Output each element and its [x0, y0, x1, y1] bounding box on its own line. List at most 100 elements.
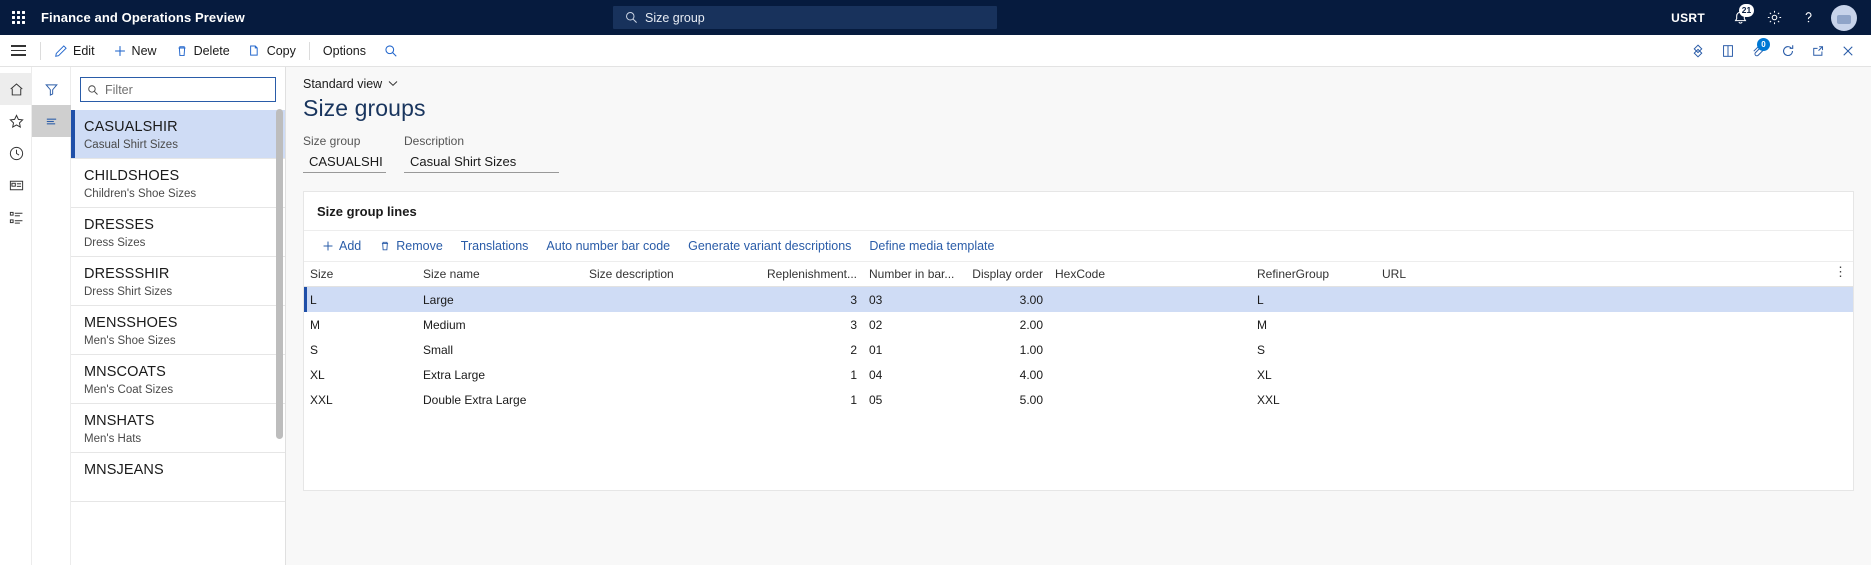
column-header-url[interactable]: URL — [1376, 267, 1496, 281]
size-group-lines-header: Size group lines — [304, 192, 1853, 231]
column-header-hexcode[interactable]: HexCode — [1049, 267, 1251, 281]
column-header-number-in-bar[interactable]: Number in bar... — [863, 267, 955, 281]
remove-line-label: Remove — [396, 239, 443, 253]
records-list: CASUALSHIR Casual Shirt Sizes CHILDSHOES… — [71, 110, 285, 565]
options-button[interactable]: Options — [314, 35, 375, 66]
attachments-count-badge: 0 — [1757, 38, 1770, 51]
plus-icon — [113, 44, 127, 58]
table-row[interactable]: S Small 2 01 1.00 S — [304, 337, 1853, 362]
recent-clock-icon[interactable] — [0, 137, 32, 169]
edit-button[interactable]: Edit — [45, 35, 104, 66]
search-icon — [87, 84, 99, 96]
add-line-button[interactable]: Add — [314, 233, 369, 259]
cell-size: S — [304, 343, 417, 357]
list-item[interactable]: MNSHATS Men's Hats — [71, 404, 285, 453]
question-mark-icon[interactable] — [1791, 0, 1825, 35]
cell-size-name: Large — [417, 293, 583, 307]
translations-button[interactable]: Translations — [453, 233, 537, 259]
table-row[interactable]: M Medium 3 02 2.00 M — [304, 312, 1853, 337]
list-item[interactable]: CASUALSHIR Casual Shirt Sizes — [71, 110, 285, 159]
cell-replenishment: 3 — [749, 293, 863, 307]
cell-display-order: 2.00 — [955, 318, 1049, 332]
list-item[interactable]: MNSJEANS — [71, 453, 285, 502]
notification-count-badge: 21 — [1739, 4, 1754, 17]
close-icon[interactable] — [1833, 35, 1863, 66]
cell-display-order: 3.00 — [955, 293, 1049, 307]
filter-funnel-icon[interactable] — [32, 73, 71, 105]
list-scrollbar-thumb[interactable] — [276, 109, 283, 439]
refresh-icon[interactable] — [1773, 35, 1803, 66]
main-content: Standard view Size groups Size group Des… — [286, 67, 1871, 565]
cell-display-order: 5.00 — [955, 393, 1049, 407]
list-item[interactable]: DRESSES Dress Sizes — [71, 208, 285, 257]
new-button[interactable]: New — [104, 35, 166, 66]
column-header-size-description[interactable]: Size description — [583, 267, 749, 281]
command-search-button[interactable] — [375, 35, 412, 66]
command-bar-divider — [40, 42, 41, 60]
list-item[interactable]: DRESSSHIR Dress Shirt Sizes — [71, 257, 285, 306]
workspaces-icon[interactable] — [0, 169, 32, 201]
list-item[interactable]: MENSSHOES Men's Shoe Sizes — [71, 306, 285, 355]
list-item-subtitle: Men's Shoe Sizes — [84, 334, 285, 348]
auto-number-bar-code-button[interactable]: Auto number bar code — [538, 233, 678, 259]
column-header-size[interactable]: Size — [304, 267, 417, 281]
pencil-icon — [54, 44, 68, 58]
modules-list-icon[interactable] — [0, 201, 32, 233]
home-icon[interactable] — [0, 73, 32, 105]
power-bi-icon[interactable] — [1683, 35, 1713, 66]
command-bar-divider-2 — [309, 42, 310, 60]
column-header-size-name[interactable]: Size name — [417, 267, 583, 281]
list-item-subtitle: Dress Sizes — [84, 236, 285, 250]
company-selector[interactable]: USRT — [1671, 11, 1705, 25]
column-header-refinergroup[interactable]: RefinerGroup — [1251, 267, 1376, 281]
column-header-display-order[interactable]: Display order — [955, 267, 1049, 281]
table-row[interactable]: XXL Double Extra Large 1 05 5.00 XXL — [304, 387, 1853, 412]
cell-refinergroup: L — [1251, 293, 1376, 307]
grid-header-row: Size Size name Size description Replenis… — [304, 261, 1853, 287]
description-input[interactable] — [404, 152, 559, 173]
list-item[interactable]: CHILDSHOES Children's Shoe Sizes — [71, 159, 285, 208]
table-row[interactable]: XL Extra Large 1 04 4.00 XL — [304, 362, 1853, 387]
app-launcher-icon[interactable] — [0, 0, 36, 35]
delete-button[interactable]: Delete — [166, 35, 239, 66]
table-row[interactable]: L Large 3 03 3.00 L — [304, 287, 1853, 312]
define-media-template-button[interactable]: Define media template — [861, 233, 1002, 259]
filter-placeholder: Filter — [105, 83, 133, 97]
cell-number-in-bar: 05 — [863, 393, 955, 407]
size-group-label: Size group — [303, 134, 386, 148]
remove-line-button[interactable]: Remove — [371, 233, 451, 259]
attachments-icon[interactable]: 0 — [1743, 35, 1773, 66]
grid-options-icon[interactable]: ⋮ — [1834, 266, 1847, 278]
generate-variant-descriptions-button[interactable]: Generate variant descriptions — [680, 233, 859, 259]
list-scrollbar[interactable] — [276, 109, 283, 519]
office-integration-icon[interactable] — [1713, 35, 1743, 66]
cell-number-in-bar: 03 — [863, 293, 955, 307]
cell-replenishment: 2 — [749, 343, 863, 357]
open-in-new-window-icon[interactable] — [1803, 35, 1833, 66]
hamburger-icon[interactable] — [0, 35, 36, 66]
cell-size: M — [304, 318, 417, 332]
workspace: Filter CASUALSHIR Casual Shirt Sizes CHI… — [0, 67, 1871, 565]
size-group-input[interactable] — [303, 152, 386, 173]
gear-icon[interactable] — [1757, 0, 1791, 35]
list-item[interactable]: MNSCOATS Men's Coat Sizes — [71, 355, 285, 404]
user-avatar[interactable] — [1831, 5, 1857, 31]
cell-number-in-bar: 04 — [863, 368, 955, 382]
search-icon — [384, 44, 398, 58]
cell-display-order: 1.00 — [955, 343, 1049, 357]
cell-display-order: 4.00 — [955, 368, 1049, 382]
global-search-input[interactable]: Size group — [613, 6, 997, 29]
favorites-star-icon[interactable] — [0, 105, 32, 137]
cell-size-name: Double Extra Large — [417, 393, 583, 407]
list-item-title: CASUALSHIR — [84, 119, 285, 136]
filter-input[interactable]: Filter — [80, 77, 276, 102]
list-view-icon[interactable] — [32, 105, 71, 137]
copy-button[interactable]: Copy — [239, 35, 305, 66]
view-selector[interactable]: Standard view — [286, 67, 398, 91]
view-selector-label: Standard view — [303, 77, 382, 91]
column-header-replenishment[interactable]: Replenishment... — [749, 267, 863, 281]
list-item-title: MNSCOATS — [84, 364, 285, 381]
cell-size: L — [304, 293, 417, 307]
bell-icon[interactable]: 21 — [1723, 0, 1757, 35]
size-group-lines-grid: Size Size name Size description Replenis… — [304, 261, 1853, 412]
